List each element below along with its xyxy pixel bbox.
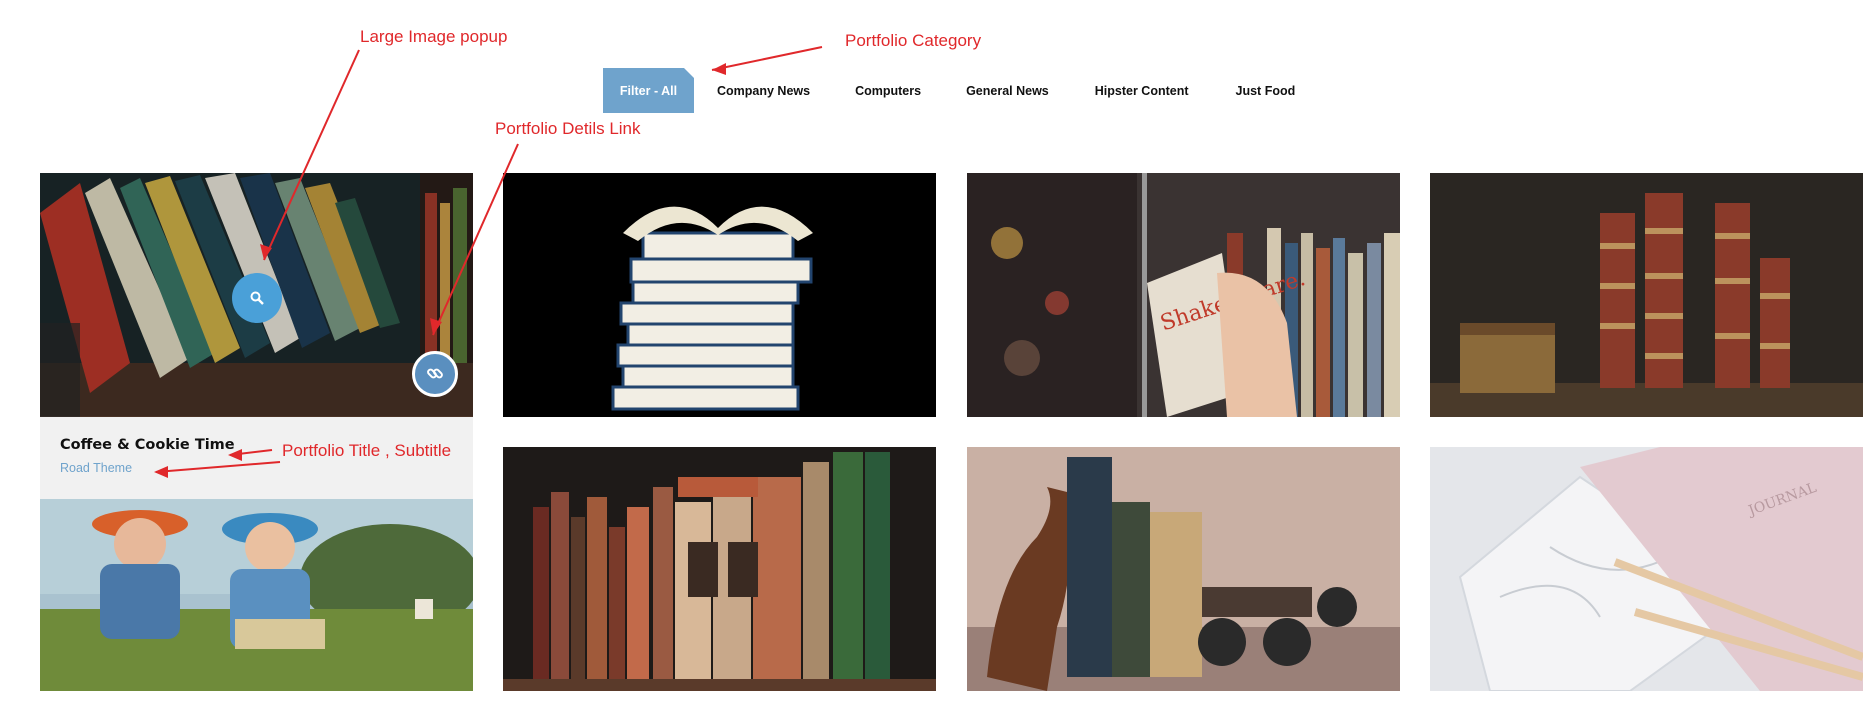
- portfolio-item[interactable]: [967, 447, 1400, 691]
- link-icon: [426, 365, 444, 383]
- annotation-large-image-popup: Large Image popup: [360, 27, 508, 46]
- annotation-portfolio-category: Portfolio Category: [845, 31, 982, 50]
- portfolio-image: [967, 447, 1400, 691]
- portfolio-image: [503, 447, 936, 691]
- portfolio-image: [503, 173, 936, 417]
- portfolio-image: [40, 499, 473, 691]
- filter-company-news[interactable]: Company News: [717, 68, 810, 113]
- portfolio-item[interactable]: JOURNAL: [1430, 447, 1863, 691]
- filter-general-news[interactable]: General News: [966, 68, 1049, 113]
- portfolio-item-featured[interactable]: [40, 173, 473, 417]
- filter-just-food[interactable]: Just Food: [1236, 68, 1296, 113]
- portfolio-image: JOURNAL: [1430, 447, 1863, 691]
- portfolio-title[interactable]: Coffee & Cookie Time: [60, 437, 235, 453]
- details-link-button[interactable]: [412, 351, 458, 397]
- search-icon: [250, 291, 264, 305]
- portfolio-filter-bar: Filter - All Company News Computers Gene…: [603, 68, 1295, 113]
- annotation-portfolio-title-subtitle: Portfolio Title , Subtitle: [282, 441, 452, 460]
- portfolio-item[interactable]: [1430, 173, 1863, 417]
- filter-hipster-content[interactable]: Hipster Content: [1095, 68, 1189, 113]
- portfolio-image: [1430, 173, 1863, 417]
- portfolio-item[interactable]: Shakespeare.: [967, 173, 1400, 417]
- portfolio-item[interactable]: [40, 499, 473, 691]
- filter-all[interactable]: Filter - All: [603, 68, 694, 113]
- annotation-portfolio-details-link: Portfolio Detils Link: [495, 119, 641, 138]
- portfolio-item[interactable]: [503, 447, 936, 691]
- portfolio-item[interactable]: [503, 173, 936, 417]
- filter-computers[interactable]: Computers: [855, 68, 921, 113]
- portfolio-subtitle[interactable]: Road Theme: [60, 461, 132, 475]
- portfolio-image: Shakespeare.: [967, 173, 1400, 417]
- zoom-button[interactable]: [232, 273, 282, 323]
